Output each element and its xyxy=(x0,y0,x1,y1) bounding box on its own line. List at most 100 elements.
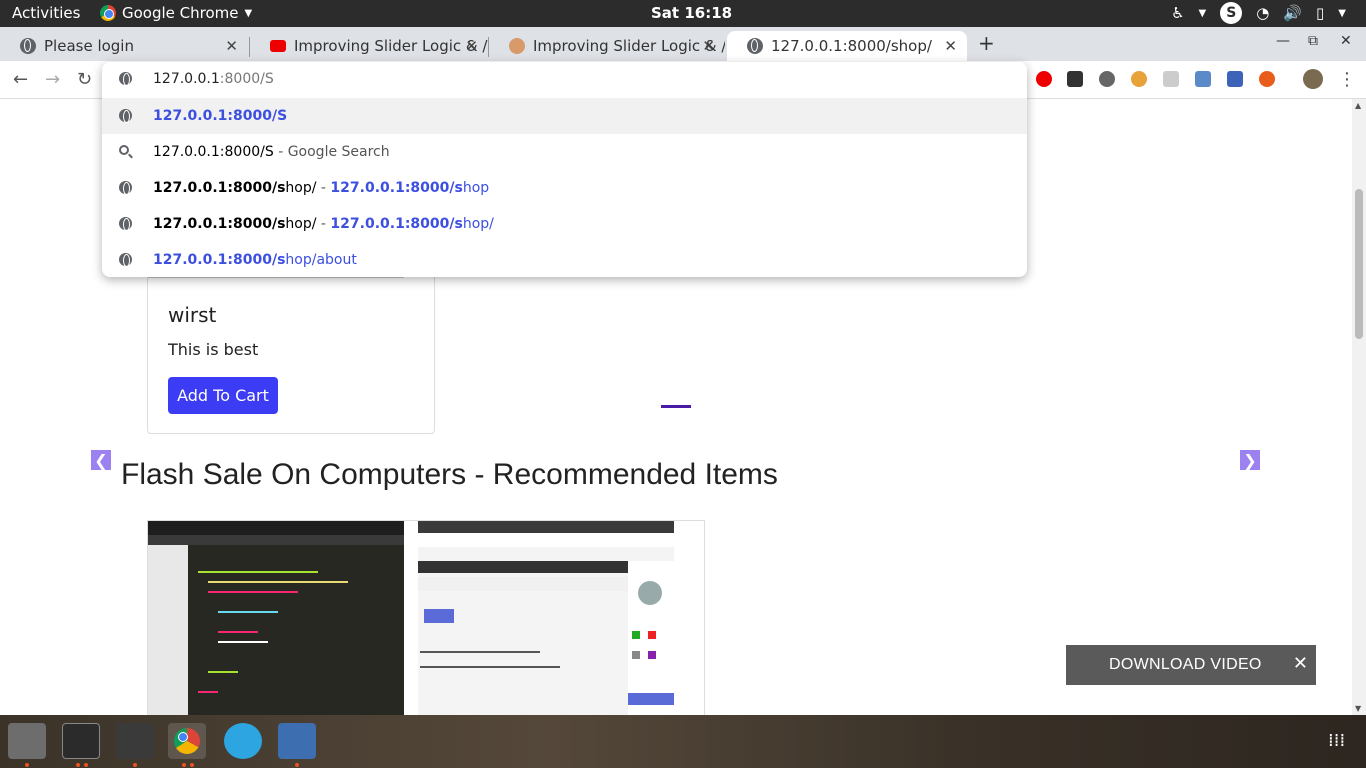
slider-next-arrow-icon[interactable]: ❯ xyxy=(1240,450,1260,470)
suggestion-title-bold: 127.0.0.1:8000/s xyxy=(153,180,286,196)
show-applications-icon[interactable]: ⁞⁞⁞ xyxy=(1328,730,1345,751)
suggestion-separator: - xyxy=(316,180,331,196)
scroll-up-icon[interactable]: ▲ xyxy=(1355,101,1361,110)
opera-extension-icon[interactable] xyxy=(1036,71,1052,87)
back-icon[interactable]: ← xyxy=(13,69,28,90)
running-indicator xyxy=(84,763,88,767)
chrome-icon xyxy=(100,5,116,21)
tab-please-login[interactable]: Please login ✕ xyxy=(0,31,248,61)
address-bar[interactable]: 127.0.0.1:8000/S xyxy=(102,62,1027,96)
fire-extension-icon[interactable] xyxy=(1259,71,1275,87)
close-icon[interactable]: ✕ xyxy=(1293,653,1308,674)
slider-prev-arrow-icon[interactable]: ❮ xyxy=(91,450,111,470)
reload-icon[interactable]: ↻ xyxy=(77,69,92,90)
globe-icon xyxy=(119,72,132,86)
system-tray[interactable]: ♿ ▼ S ◔ 🔊 ▯ ▼ xyxy=(1171,2,1346,24)
forward-icon[interactable]: → xyxy=(45,69,60,90)
suggestion-url-rest: hop/about xyxy=(285,252,357,268)
globe-icon xyxy=(20,38,36,54)
suggestion-url-bold: 127.0.0.1:8000/s xyxy=(330,180,463,196)
suggestion-query: 127.0.0.1:8000/S xyxy=(153,144,274,160)
download-video-bar[interactable]: DOWNLOAD VIDEO ✕ xyxy=(1066,645,1316,685)
wifi-icon[interactable]: ◔ xyxy=(1256,4,1269,22)
terminal-app-icon[interactable] xyxy=(62,723,100,759)
typed-text: 127.0.0.1 xyxy=(153,71,220,87)
suggestion-title-bold: 127.0.0.1:8000/s xyxy=(153,216,286,232)
suggestion-url-rest: hop xyxy=(462,180,490,196)
tab-shop[interactable]: 127.0.0.1:8000/shop/ ✕ xyxy=(727,31,967,61)
skype-icon[interactable]: S xyxy=(1220,2,1243,24)
running-indicator xyxy=(25,763,29,767)
suggestion-item[interactable]: 127.0.0.1:8000/S - Google Search xyxy=(102,134,1027,170)
running-indicator xyxy=(133,763,137,767)
running-indicator xyxy=(182,763,186,767)
tab-improving-slider-2[interactable]: Improving Slider Logic & / ✕ xyxy=(489,31,725,61)
screenshot-extension-icon[interactable] xyxy=(1195,71,1211,87)
close-icon[interactable]: ✕ xyxy=(225,37,238,55)
restore-icon[interactable]: ⧉ xyxy=(1308,33,1318,49)
suggestion-title-rest: hop/ xyxy=(285,180,317,196)
page-scrollbar[interactable]: ▲ ▼ xyxy=(1352,99,1366,715)
notification-extension-icon[interactable] xyxy=(1227,71,1243,87)
suggestion-url-bold: 127.0.0.1:8000/s xyxy=(330,216,463,232)
minimize-icon[interactable]: — xyxy=(1276,33,1290,49)
files-app-icon[interactable] xyxy=(8,723,46,759)
running-indicator xyxy=(295,763,299,767)
volume-icon[interactable]: 🔊 xyxy=(1283,4,1302,22)
downloader-app-icon[interactable] xyxy=(278,723,316,759)
tab-strip: Please login ✕ Improving Slider Logic & … xyxy=(0,27,1366,61)
dark-mode-extension-icon[interactable] xyxy=(1099,71,1115,87)
globe-icon xyxy=(119,181,132,195)
bitwarden-extension-icon[interactable] xyxy=(1067,71,1083,87)
battery-icon[interactable]: ▯ xyxy=(1316,4,1324,22)
suggestion-item[interactable]: 127.0.0.1:8000/shop/about xyxy=(102,242,1027,278)
product-image-assessment[interactable] xyxy=(418,521,674,715)
suggestion-url-bold: 127.0.0.1:8000/s xyxy=(153,252,286,268)
product-image-code-editor[interactable] xyxy=(148,521,404,715)
profile-avatar[interactable] xyxy=(1303,69,1323,89)
globe-icon xyxy=(119,253,132,267)
accessibility-icon[interactable]: ♿ xyxy=(1171,4,1184,22)
close-icon[interactable]: ✕ xyxy=(944,37,957,55)
address-input[interactable]: 127.0.0.1:8000/S xyxy=(153,71,274,87)
product-description: This is best xyxy=(168,340,259,359)
code-editor-screenshot xyxy=(148,521,404,715)
new-tab-button[interactable]: + xyxy=(978,31,995,55)
scroll-down-icon[interactable]: ▼ xyxy=(1355,704,1361,713)
suggestion-item[interactable]: 127.0.0.1:8000/shop/ - 127.0.0.1:8000/sh… xyxy=(102,170,1027,206)
caret-down-icon: ▼ xyxy=(1338,7,1346,19)
copy-extension-icon[interactable] xyxy=(1163,71,1179,87)
menu-icon[interactable]: ⋮ xyxy=(1338,69,1356,90)
clock[interactable]: Sat 16:18 xyxy=(651,4,732,22)
caret-down-icon: ▼ xyxy=(1198,7,1207,19)
scrollbar-thumb[interactable] xyxy=(1355,189,1363,339)
running-indicator xyxy=(190,763,194,767)
telegram-app-icon[interactable] xyxy=(224,723,262,759)
search-icon xyxy=(119,145,129,155)
close-icon[interactable]: ✕ xyxy=(702,37,715,55)
globe-icon xyxy=(119,217,132,231)
recommended-items-slider xyxy=(147,520,705,715)
omnibox-dropdown: 127.0.0.1:8000/S 127.0.0.1:8000/S 127.0.… xyxy=(102,62,1027,277)
close-icon[interactable]: ✕ xyxy=(465,37,478,55)
download-video-label[interactable]: DOWNLOAD VIDEO xyxy=(1109,656,1262,674)
globe-icon xyxy=(747,38,763,54)
add-to-cart-button[interactable]: Add To Cart xyxy=(168,377,278,414)
dock xyxy=(0,715,1366,768)
close-window-icon[interactable]: ✕ xyxy=(1340,33,1352,49)
chrome-icon xyxy=(174,728,200,754)
activities-button[interactable]: Activities xyxy=(12,4,80,22)
carousel-indicator[interactable] xyxy=(661,405,691,408)
assessment-screenshot xyxy=(418,521,674,715)
suggestion-separator: - xyxy=(316,216,331,232)
youtube-icon xyxy=(270,40,286,52)
app-menu[interactable]: Google Chrome ▼ xyxy=(100,4,252,22)
cookie-extension-icon[interactable] xyxy=(1131,71,1147,87)
chrome-app-icon[interactable] xyxy=(168,723,206,759)
suggestion-item[interactable]: 127.0.0.1:8000/shop/ - 127.0.0.1:8000/sh… xyxy=(102,206,1027,242)
tab-improving-slider-1[interactable]: Improving Slider Logic & / ✕ xyxy=(250,31,488,61)
suggestion-source: - Google Search xyxy=(273,144,390,160)
suggestion-item[interactable]: 127.0.0.1:8000/S xyxy=(102,98,1027,134)
autocomplete-hint: :8000/S xyxy=(219,71,274,87)
sublime-text-app-icon[interactable] xyxy=(116,723,154,759)
